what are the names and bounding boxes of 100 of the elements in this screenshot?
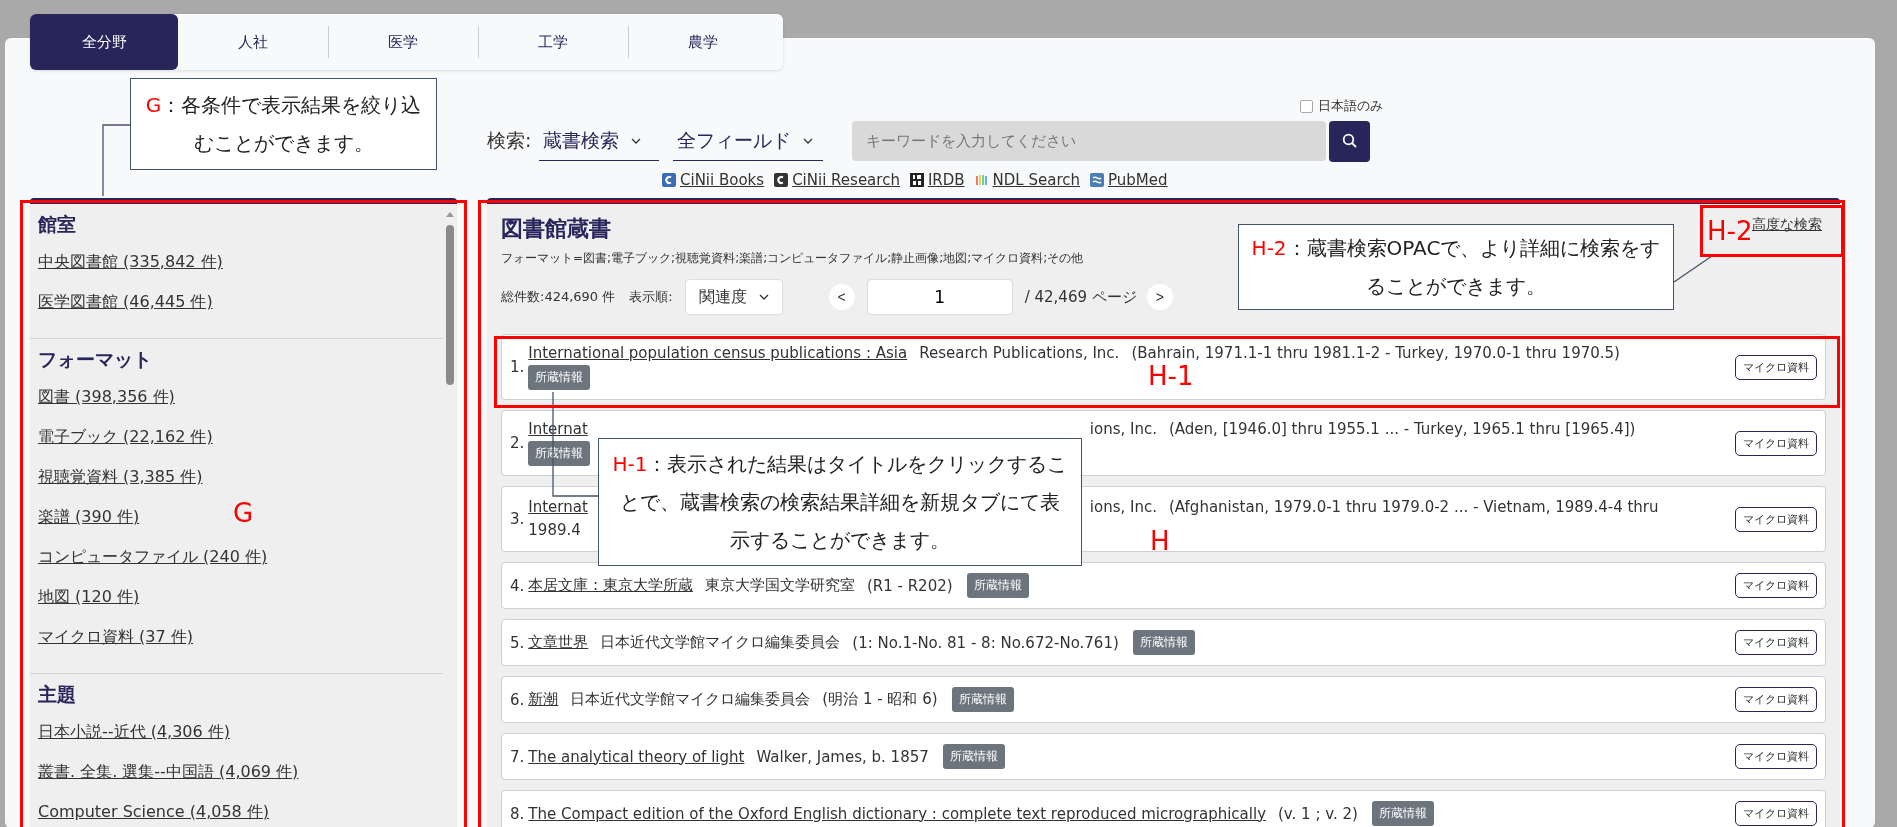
scrollbar-thumb[interactable] xyxy=(446,225,454,385)
result-holdings: (Aden, [1946.0] thru 1955.1 ... - Turkey, 1965.1 thru [1965.4]) xyxy=(1169,420,1636,438)
total-count: 総件数:424,690 件 xyxy=(501,288,616,306)
page-total: / 42,469 ページ xyxy=(1024,287,1137,307)
external-search-link[interactable]: CiNii Books xyxy=(662,171,765,189)
external-search-link[interactable]: NDL Search xyxy=(974,171,1081,189)
category-tab[interactable]: 人社 xyxy=(178,14,328,70)
category-tab[interactable]: 工学 xyxy=(478,14,628,70)
result-number: 6. xyxy=(510,690,525,709)
facet-link[interactable]: 電子ブック (22,162 件) xyxy=(38,417,213,457)
result-holdings: (v. 1 ; v. 2) xyxy=(1278,804,1358,823)
holdings-info-button[interactable]: 所蔵情報 xyxy=(1132,630,1195,655)
holdings-info-button[interactable]: 所蔵情報 xyxy=(1371,801,1434,826)
result-title-link[interactable]: Internat xyxy=(528,497,588,516)
result-author: ions, Inc. xyxy=(1089,497,1157,516)
search-label: 検索: xyxy=(487,128,532,153)
next-page-button[interactable]: > xyxy=(1146,284,1173,310)
result-title-link[interactable]: The analytical theory of light xyxy=(528,747,745,766)
facet-link[interactable]: 医学図書館 (46,445 件) xyxy=(38,282,213,322)
letter-c-logo-icon xyxy=(774,173,789,187)
japanese-only-checkbox[interactable]: 日本語のみ xyxy=(1300,96,1383,116)
result-number: 4. xyxy=(510,576,525,595)
sort-label: 表示順: xyxy=(629,288,673,306)
callout-note: H-1：表示された結果はタイトルをクリックすることで、蔵書検索の検索結果詳細を新規タブにて表示することができます。 xyxy=(598,438,1082,566)
format-tag-button[interactable]: マイクロ資料 xyxy=(1735,430,1817,456)
page-input-field[interactable]: 1 xyxy=(866,279,1013,315)
letter-c-logo-icon xyxy=(662,173,676,187)
result-author: 日本近代文学館マイクロ編集委員会 xyxy=(600,633,841,652)
format-tag-button[interactable]: マイクロ資料 xyxy=(1735,354,1817,380)
format-tag-button[interactable]: マイクロ資料 xyxy=(1735,506,1817,532)
format-tag-button[interactable]: マイクロ資料 xyxy=(1735,630,1817,655)
result-number: 7. xyxy=(510,747,525,766)
result-holdings: (明治 1 - 昭和 6) xyxy=(822,690,938,709)
search-icon xyxy=(1341,133,1358,149)
result-holdings: 1989.4 xyxy=(528,520,581,539)
result-number: 2. xyxy=(510,434,525,452)
annotation-label: H-2 xyxy=(1707,218,1753,244)
holdings-info-button[interactable]: 所蔵情報 xyxy=(528,365,591,390)
field-dropdown[interactable]: 全フィールド xyxy=(673,121,824,161)
previous-page-button[interactable]: < xyxy=(828,284,855,310)
external-search-link[interactable]: IRDB xyxy=(909,171,965,189)
result-number: 5. xyxy=(510,633,525,652)
advanced-search-link[interactable]: 高度な検索 xyxy=(1752,216,1822,234)
format-tag-button[interactable]: マイクロ資料 xyxy=(1735,687,1817,712)
category-tab[interactable]: 医学 xyxy=(328,14,478,70)
result-author: 東京大学国文学研究室 xyxy=(704,576,855,595)
result-author: Walker, James, b. 1857 xyxy=(756,747,929,766)
sort-dropdown[interactable]: 関連度 xyxy=(684,279,783,315)
block-logo-icon xyxy=(909,173,924,187)
facet-link[interactable]: 図書 (398,356 件) xyxy=(38,377,175,417)
stripes-logo-icon xyxy=(974,173,989,187)
scroll-up-arrow-icon xyxy=(446,212,454,217)
format-tag-button[interactable]: マイクロ資料 xyxy=(1735,744,1817,769)
format-tag-button[interactable]: マイクロ資料 xyxy=(1735,801,1817,826)
facet-link[interactable]: Computer Science (4,058 件) xyxy=(38,792,270,827)
result-author: ions, Inc. xyxy=(1089,420,1157,438)
annotation-label: H-1 xyxy=(1148,363,1194,389)
caret-icon xyxy=(803,137,814,144)
holdings-info-button[interactable]: 所蔵情報 xyxy=(966,573,1029,598)
facet-link[interactable]: 叢書. 全集. 選集--中国語 (4,069 件) xyxy=(38,752,299,792)
result-holdings: (Afghanistan, 1979.0-1 thru 1979.0-2 ... - Vietnam, 1989.4-4 thru xyxy=(1169,497,1659,516)
format-tag-button[interactable]: マイクロ資料 xyxy=(1735,573,1817,598)
caret-icon xyxy=(631,137,642,144)
result-holdings: (R1 - R202) xyxy=(866,576,953,595)
results-title: 図書館蔵書 xyxy=(501,215,611,243)
caret-icon xyxy=(758,294,769,300)
facet-link[interactable]: 地図 (120 件) xyxy=(38,577,140,617)
annotation-label: H xyxy=(1150,528,1170,554)
category-tab[interactable]: 農学 xyxy=(628,14,778,70)
result-title-link[interactable]: 本居文庫 : 東京大学所蔵 xyxy=(528,576,693,595)
scope-dropdown[interactable]: 蔵書検索 xyxy=(539,121,660,161)
facet-link[interactable]: コンピュータファイル (240 件) xyxy=(38,537,268,577)
callout-note: H-2：蔵書検索OPACで、より詳細に検索をすることができます。 xyxy=(1238,224,1674,310)
result-title-link[interactable]: The Compact edition of the Oxford English dictionary : complete text reproduced micrographically xyxy=(528,804,1266,823)
facet-link[interactable]: マイクロ資料 (37 件) xyxy=(38,617,193,657)
result-holdings: (1: No.1-No. 81 - 8: No.672-No.761) xyxy=(852,633,1119,652)
search-button[interactable] xyxy=(1329,120,1371,162)
facet-link[interactable]: 視聴覚資料 (3,385 件) xyxy=(38,457,203,497)
facet-heading: フォーマット xyxy=(38,347,152,372)
wave-logo-icon xyxy=(1090,173,1105,187)
external-search-link[interactable]: CiNii Research xyxy=(774,171,900,189)
facet-link[interactable]: 中央図書館 (335,842 件) xyxy=(38,242,223,282)
category-tab[interactable]: 全分野 xyxy=(30,14,178,70)
result-title-link[interactable]: 新潮 xyxy=(528,690,559,709)
result-title-link[interactable]: 文章世界 xyxy=(528,633,589,652)
annotation-label: G xyxy=(233,500,254,526)
facet-link[interactable]: 楽譜 (390 件) xyxy=(38,497,140,537)
result-number: 8. xyxy=(510,804,525,823)
format-filter-text: フォーマット=図書;電子ブック;視聴覚資料;楽譜;コンピュータファイル;静止画像;地図;マイクロ資料;その他 xyxy=(501,250,1084,267)
result-holdings: (Bahrain, 1971.1-1 thru 1981.1-2 - Turkey, 1970.0-1 thru 1970.5) xyxy=(1131,344,1620,362)
facet-link[interactable]: 日本小説--近代 (4,306 件) xyxy=(38,712,230,752)
callout-note: G：各条件で表示結果を絞り込むことができます。 xyxy=(130,78,437,170)
holdings-info-button[interactable]: 所蔵情報 xyxy=(951,687,1014,712)
holdings-info-button[interactable]: 所蔵情報 xyxy=(942,744,1005,769)
holdings-info-button[interactable]: 所蔵情報 xyxy=(528,441,591,466)
callout-line xyxy=(1673,255,1713,283)
external-search-link[interactable]: PubMed xyxy=(1090,171,1168,189)
keyword-input-field[interactable]: キーワードを入力してください xyxy=(852,121,1327,161)
result-title-link[interactable]: International population census publications : Asia xyxy=(528,344,908,362)
facet-heading: 館室 xyxy=(38,212,76,237)
